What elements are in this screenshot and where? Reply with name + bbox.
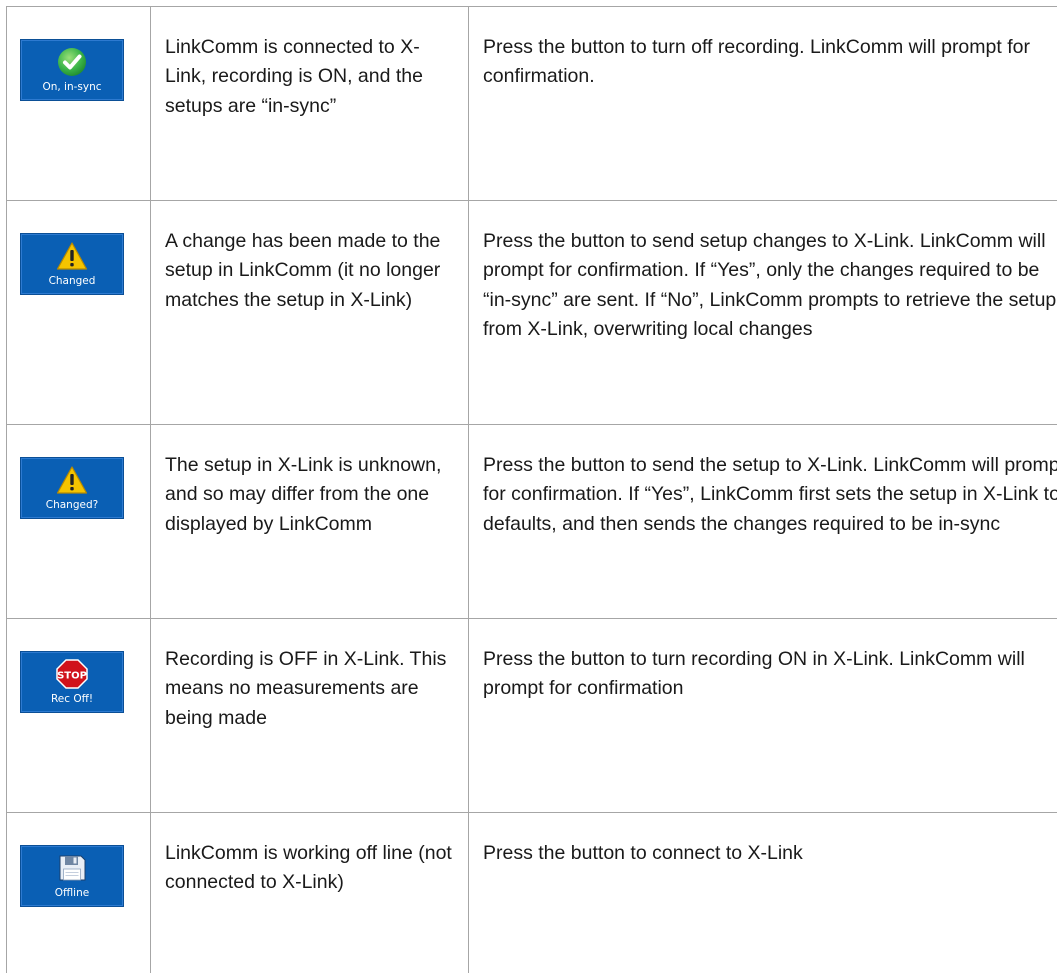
action-description: Press the button to send setup changes t…	[483, 230, 1057, 340]
state-description: LinkComm is working off line (not connec…	[165, 842, 452, 894]
changed-button[interactable]: Changed	[20, 233, 124, 295]
rec-off-button[interactable]: STOP Rec Off!	[20, 651, 124, 713]
action-description: Press the button to turn recording ON in…	[483, 648, 1025, 700]
changed-unknown-button[interactable]: Changed?	[20, 457, 124, 519]
action-description: Press the button to turn off recording. …	[483, 36, 1030, 88]
action-cell: Press the button to send setup changes t…	[468, 200, 1057, 425]
action-cell: Press the button to connect to X-Link	[468, 812, 1057, 973]
action-description: Press the button to send the setup to X-…	[483, 454, 1057, 535]
green-check-icon	[55, 46, 89, 78]
stop-sign-text: STOP	[57, 671, 87, 682]
status-table: On, in-sync LinkComm is connected to X-L…	[6, 6, 1057, 973]
state-cell: LinkComm is working off line (not connec…	[150, 812, 469, 973]
stop-sign-icon: STOP	[55, 658, 89, 690]
table-row: STOP Rec Off! Recording is OFF in X-Link…	[6, 618, 1057, 813]
action-cell: Press the button to turn recording ON in…	[468, 618, 1057, 813]
button-cell: Changed	[6, 200, 151, 425]
state-description: Recording is OFF in X-Link. This means n…	[165, 648, 447, 729]
button-label: Changed	[48, 275, 96, 287]
offline-button[interactable]: Offline	[20, 845, 124, 907]
state-cell: A change has been made to the setup in L…	[150, 200, 469, 425]
button-label: On, in-sync	[42, 81, 102, 93]
action-cell: Press the button to turn off recording. …	[468, 6, 1057, 201]
state-cell: The setup in X-Link is unknown, and so m…	[150, 424, 469, 619]
state-description: LinkComm is connected to X-Link, recordi…	[165, 36, 423, 117]
button-cell: Changed?	[6, 424, 151, 619]
table-row: Changed A change has been made to the se…	[6, 200, 1057, 425]
button-label: Rec Off!	[50, 693, 94, 705]
button-label: Offline	[54, 887, 90, 899]
table-row: Changed? The setup in X-Link is unknown,…	[6, 424, 1057, 619]
state-cell: Recording is OFF in X-Link. This means n…	[150, 618, 469, 813]
floppy-disk-icon	[55, 852, 89, 884]
button-label: Changed?	[45, 499, 99, 511]
table-row: Offline LinkComm is working off line (no…	[6, 812, 1057, 973]
action-description: Press the button to connect to X-Link	[483, 842, 803, 864]
warning-triangle-icon	[55, 464, 89, 496]
table-row: On, in-sync LinkComm is connected to X-L…	[6, 6, 1057, 201]
warning-triangle-icon	[55, 240, 89, 272]
state-description: The setup in X-Link is unknown, and so m…	[165, 454, 442, 535]
button-cell: STOP Rec Off!	[6, 618, 151, 813]
button-cell: Offline	[6, 812, 151, 973]
state-cell: LinkComm is connected to X-Link, recordi…	[150, 6, 469, 201]
state-description: A change has been made to the setup in L…	[165, 230, 441, 311]
button-cell: On, in-sync	[6, 6, 151, 201]
action-cell: Press the button to send the setup to X-…	[468, 424, 1057, 619]
on-in-sync-button[interactable]: On, in-sync	[20, 39, 124, 101]
